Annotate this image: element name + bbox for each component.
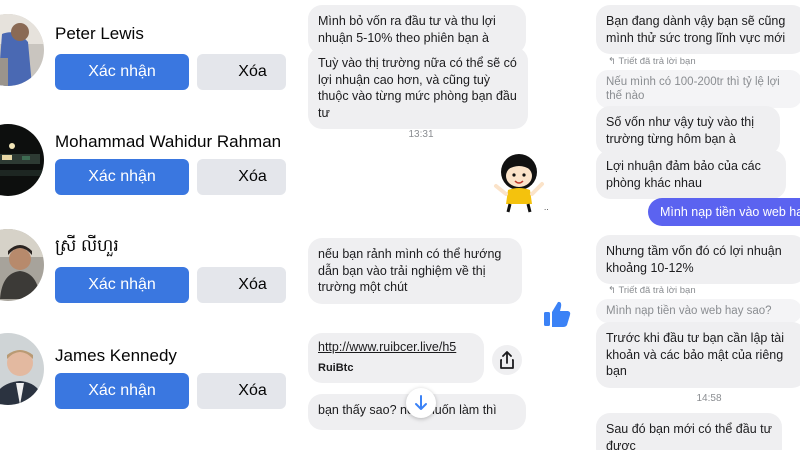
chat-panel-1: Mình bỏ vốn ra đầu tư và thu lợi nhuận 5… bbox=[286, 0, 588, 450]
delete-button[interactable]: Xóa bbox=[197, 54, 286, 90]
friend-request-item: Mohammad Wahidur Rahman Xác nhận Xóa bbox=[0, 118, 286, 225]
confirm-button[interactable]: Xác nhận bbox=[55, 54, 189, 90]
reply-indicator: ↰ Triết đã trả lời bạn bbox=[608, 285, 696, 296]
share-icon bbox=[500, 351, 514, 369]
message-bubble[interactable]: Số vốn như vậy tuỳ vào thị trường từng h… bbox=[596, 106, 780, 155]
link-preview[interactable]: http://www.ruibcer.live/h5 RuiBtc bbox=[308, 333, 484, 383]
quoted-message[interactable]: Mình nạp tiền vào web hay sao? bbox=[596, 299, 800, 323]
reply-arrow-icon: ↰ bbox=[608, 56, 619, 67]
svg-text:..: .. bbox=[544, 204, 548, 212]
message-bubble[interactable]: Bạn đang dành vậy bạn sẽ cũng mình thử s… bbox=[596, 5, 800, 54]
friend-request-item: James Kennedy Xác nhận Xóa bbox=[0, 331, 286, 438]
link-site-name: RuiBtc bbox=[318, 362, 354, 374]
message-timestamp: 14:58 bbox=[696, 393, 722, 404]
scroll-down-button[interactable] bbox=[406, 388, 436, 418]
link-url[interactable]: http://www.ruibcer.live/h5 bbox=[318, 340, 474, 354]
reply-arrow-icon: ↰ bbox=[608, 285, 619, 296]
sticker[interactable]: .. bbox=[486, 150, 552, 216]
avatar[interactable] bbox=[0, 229, 44, 301]
delete-button[interactable]: Xóa bbox=[197, 267, 286, 303]
request-name[interactable]: James Kennedy bbox=[55, 346, 177, 366]
thumbs-up-icon[interactable] bbox=[541, 298, 573, 330]
message-bubble[interactable]: Lợi nhuận đảm bảo của các phòng khác nha… bbox=[596, 150, 786, 199]
message-bubble[interactable]: Nhưng tầm vốn đó có lợi nhuận khoảng 10-… bbox=[596, 235, 800, 284]
arrow-down-icon bbox=[415, 395, 427, 410]
friend-request-item: ស្រី លីហួរ Xác nhận Xóa bbox=[0, 225, 286, 332]
message-bubble[interactable]: Sau đó bạn mới có thể đầu tư được bbox=[596, 413, 782, 450]
request-name[interactable]: Mohammad Wahidur Rahman bbox=[55, 132, 281, 152]
quoted-message[interactable]: Nếu mình có 100-200tr thì tỷ lệ lợi thế … bbox=[596, 70, 800, 108]
message-bubble[interactable]: Tuỳ vào thị trường nữa có thể sẽ có lợi … bbox=[308, 47, 528, 129]
avatar[interactable] bbox=[0, 14, 44, 86]
reply-tag-text: Triết đã trả lời bạn bbox=[618, 285, 696, 296]
avatar[interactable] bbox=[0, 333, 44, 405]
confirm-button[interactable]: Xác nhận bbox=[55, 267, 189, 303]
confirm-button[interactable]: Xác nhận bbox=[55, 373, 189, 409]
avatar[interactable] bbox=[0, 124, 44, 196]
request-name[interactable]: ស្រី លីហួរ bbox=[55, 235, 119, 260]
reply-tag-text: Triết đã trả lời bạn bbox=[618, 56, 696, 67]
delete-button[interactable]: Xóa bbox=[197, 159, 286, 195]
reply-indicator: ↰ Triết đã trả lời bạn bbox=[608, 56, 696, 67]
message-bubble[interactable]: Trước khi đầu tư bạn cần lập tài khoản v… bbox=[596, 322, 800, 388]
friend-request-item: Peter Lewis Xác nhận Xóa bbox=[0, 12, 286, 119]
request-name[interactable]: Peter Lewis bbox=[55, 24, 144, 44]
message-timestamp: 13:31 bbox=[408, 129, 434, 140]
delete-button[interactable]: Xóa bbox=[197, 373, 286, 409]
friend-requests-panel: Peter Lewis Xác nhận Xóa Mohammad Wahidu… bbox=[0, 0, 286, 450]
share-button[interactable] bbox=[492, 345, 522, 375]
message-bubble[interactable]: nếu bạn rảnh mình có thể hướng dẫn bạn v… bbox=[308, 238, 522, 304]
confirm-button[interactable]: Xác nhận bbox=[55, 159, 189, 195]
chat-panel-2: Bạn đang dành vậy bạn sẽ cũng mình thử s… bbox=[588, 0, 800, 450]
outgoing-message[interactable]: Mình nạp tiền vào web hay bbox=[648, 198, 800, 226]
